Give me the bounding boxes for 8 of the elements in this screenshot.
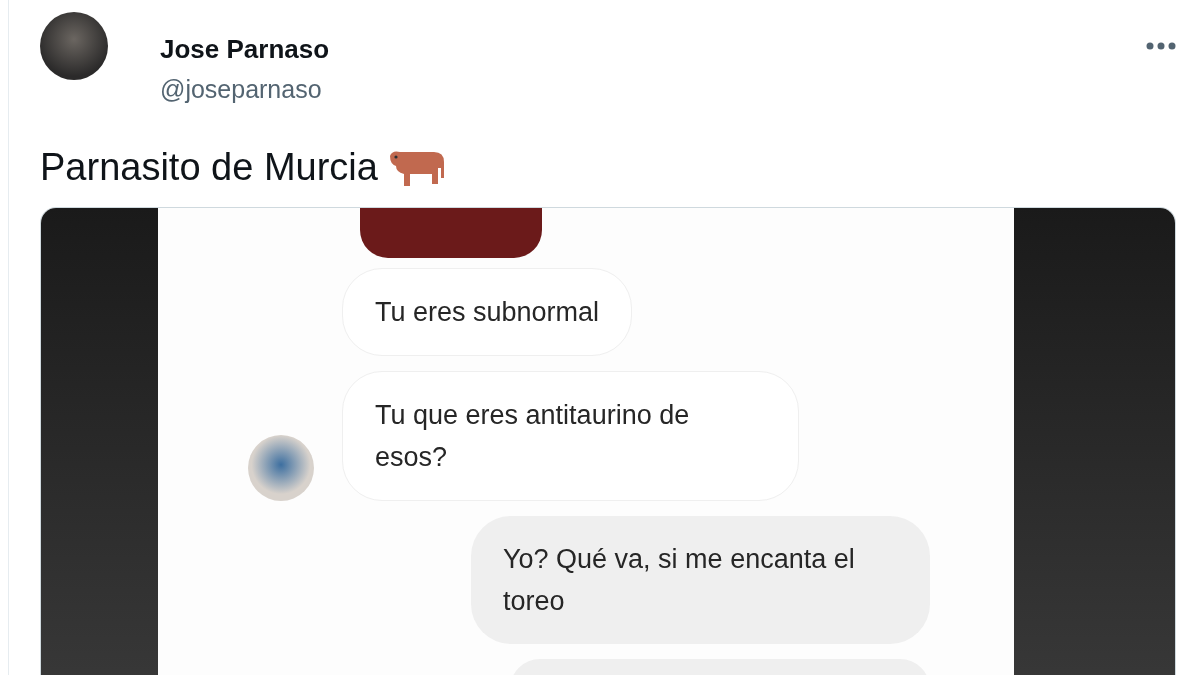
tweet-text: Parnasito de Murcia: [40, 146, 378, 189]
image-card[interactable]: Tu eres subnormal Tu que eres antitaurino de esos? Yo? Qué va, si me encanta el toreo: [40, 207, 1176, 675]
received-message: Tu eres subnormal: [342, 268, 633, 356]
sent-message: Yo? Qué va, si me encanta el toreo: [471, 516, 930, 644]
author-name[interactable]: Jose Parnaso: [160, 34, 330, 65]
received-message: Tu que eres antitaurino de esos?: [342, 371, 799, 501]
author-handle[interactable]: @joseparnaso: [160, 75, 330, 104]
more-options-icon[interactable]: [1146, 42, 1176, 50]
